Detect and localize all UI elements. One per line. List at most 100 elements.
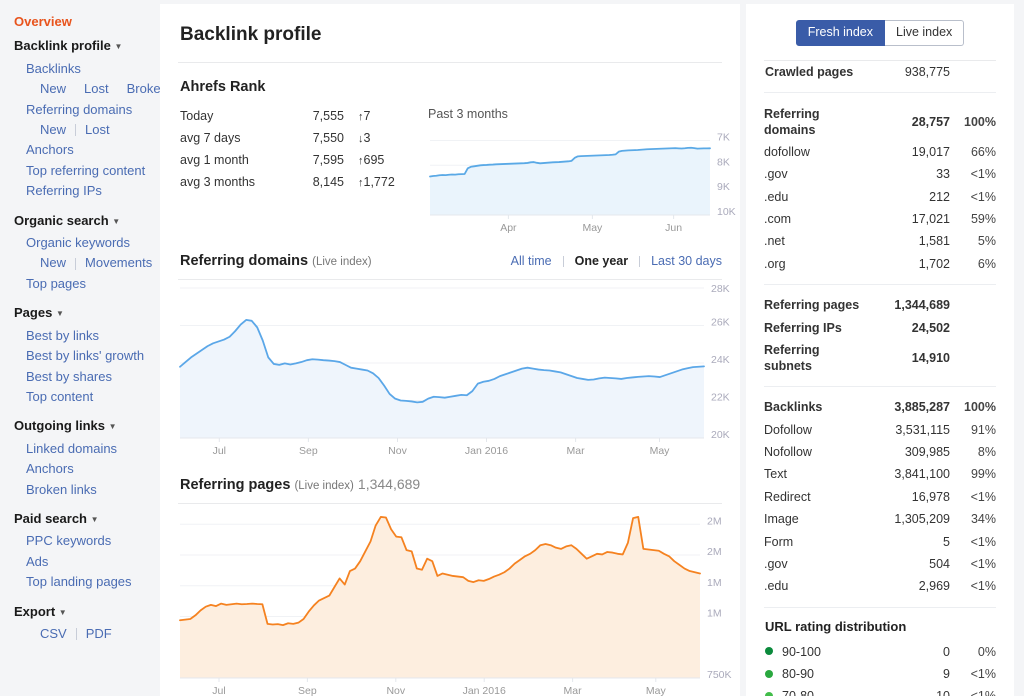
url-rating-table: 90-10000%80-909<1%70-8010<1%60-7000%50-6… <box>764 641 996 696</box>
sidebar-item-label[interactable]: Ads <box>14 552 48 572</box>
sidebar-group-export[interactable]: Export ▼ <box>14 602 160 624</box>
sidebar-item-referring-domains[interactable]: Referring domains <box>14 100 160 120</box>
chevron-down-icon[interactable]: ▼ <box>112 217 120 226</box>
sidebar-separator <box>75 628 77 641</box>
referring-domains-value-dofollow[interactable]: 19,017 <box>864 141 950 163</box>
sidebar-subitem-csv[interactable]: CSV <box>40 624 67 644</box>
sidebar-subitem-pdf[interactable]: PDF <box>86 624 112 644</box>
referring-domains-pct-gov: <1% <box>970 167 996 182</box>
sidebar-item-top-content[interactable]: Top content <box>14 387 160 407</box>
sidebar-subitem-new[interactable]: New <box>40 120 66 140</box>
sidebar-subitem-lost[interactable]: Lost <box>84 79 109 99</box>
sidebar-item-top-referring-content[interactable]: Top referring content <box>14 161 160 181</box>
backlinks-row: Redirect 16,978 <1% <box>764 486 996 508</box>
sidebar-item-label[interactable]: Broken links <box>14 480 97 500</box>
backlinks-row: .gov 504 <1% <box>764 553 996 575</box>
backlinks-value-edu[interactable]: 2,969 <box>864 575 950 597</box>
sidebar-item-ads[interactable]: Ads <box>14 552 160 572</box>
sidebar-group-backlink-profile[interactable]: Backlink profile ▼ <box>14 36 160 58</box>
chevron-down-icon[interactable]: ▼ <box>114 42 122 51</box>
sidebar-item-overview[interactable]: Overview <box>14 12 160 32</box>
sidebar-item-linked-domains[interactable]: Linked domains <box>14 439 160 459</box>
sidebar-item-backlinks[interactable]: Backlinks <box>14 59 160 79</box>
sidebar-item-best-by-links-growth[interactable]: Best by links' growth <box>14 346 160 366</box>
referring-domains-value-edu[interactable]: 212 <box>864 186 950 208</box>
backlinks-value-backlinks[interactable]: 3,885,287 <box>864 396 950 418</box>
referring-domains-pct-com: 59% <box>970 212 996 227</box>
referring-domains-header: Referring domains (Live index) All time O… <box>178 237 722 279</box>
backlinks-value-image: 1,305,209 <box>894 512 950 527</box>
sidebar-item-label[interactable]: PPC keywords <box>14 531 111 551</box>
referring-domains-value-org[interactable]: 1,702 <box>864 253 950 275</box>
sidebar-item-label[interactable]: Referring IPs <box>14 181 102 201</box>
sidebar-item-ppc-keywords[interactable]: PPC keywords <box>14 531 160 551</box>
sidebar-item-broken-links[interactable]: Broken links <box>14 480 160 500</box>
sidebar-item-anchors[interactable]: Anchors <box>14 140 160 160</box>
backlinks-value-dofollow[interactable]: 3,531,115 <box>864 419 950 441</box>
x-tick: Mar <box>567 445 586 457</box>
referring-pages-value-referring-subnets[interactable]: 14,910 <box>864 339 950 377</box>
sidebar-item-label[interactable]: Best by links' growth <box>14 346 144 366</box>
sidebar-item-label[interactable]: Best by links <box>14 326 99 346</box>
referring-domains-value-net[interactable]: 1,581 <box>864 230 950 252</box>
range-filter-all-time[interactable]: All time <box>511 254 552 268</box>
chevron-down-icon[interactable]: ▼ <box>59 608 67 617</box>
sidebar-item-top-landing-pages[interactable]: Top landing pages <box>14 572 160 592</box>
ahrefs-rank-sparkline[interactable]: 7K 8K 9K 10K Apr May Jun <box>428 129 740 237</box>
rank-row-delta: ↓3 <box>358 130 371 145</box>
sidebar-item-referring-ips[interactable]: Referring IPs <box>14 181 160 201</box>
referring-domains-value-com[interactable]: 17,021 <box>864 208 950 230</box>
sidebar-item-best-by-shares[interactable]: Best by shares <box>14 367 160 387</box>
sidebar-item-label[interactable]: Top landing pages <box>14 572 132 592</box>
sidebar-item-best-by-links[interactable]: Best by links <box>14 326 160 346</box>
referring-domains-pct-org: 6% <box>977 256 996 271</box>
sidebar-subitem-new[interactable]: New <box>40 79 66 99</box>
sidebar-subitem-lost[interactable]: Lost <box>85 120 110 140</box>
sidebar-group-organic-search[interactable]: Organic search ▼ <box>14 211 160 233</box>
backlinks-row: .edu 2,969 <1% <box>764 575 996 597</box>
backlinks-row: Text 3,841,100 99% <box>764 463 996 485</box>
backlinks-value-gov[interactable]: 504 <box>864 553 950 575</box>
chevron-down-icon[interactable]: ▼ <box>91 515 99 524</box>
sidebar-item-label[interactable]: Linked domains <box>14 439 117 459</box>
chevron-down-icon[interactable]: ▼ <box>109 422 117 431</box>
range-filter-last-30-days[interactable]: Last 30 days <box>651 254 722 268</box>
backlinks-pct-image: 34% <box>970 512 996 527</box>
index-tab-live-index[interactable]: Live index <box>885 20 965 46</box>
sidebar-item-label[interactable]: Top content <box>14 387 93 407</box>
sidebar-item-anchors[interactable]: Anchors <box>14 459 160 479</box>
backlinks-value-redirect[interactable]: 16,978 <box>864 486 950 508</box>
referring-pages-value-referring-ips[interactable]: 24,502 <box>864 316 950 338</box>
sidebar-item-top-pages[interactable]: Top pages <box>14 274 160 294</box>
sidebar-item-label[interactable]: Anchors <box>14 140 74 160</box>
y-tick: 10K <box>717 206 736 218</box>
referring-domains-value-referring-domains[interactable]: 28,757 <box>864 102 950 140</box>
sidebar-group-outgoing-links[interactable]: Outgoing links ▼ <box>14 416 160 438</box>
sidebar-item-organic-keywords[interactable]: Organic keywords <box>14 233 160 253</box>
referring-domains-value-gov[interactable]: 33 <box>864 163 950 185</box>
sidebar-item-label[interactable]: Organic keywords <box>14 233 130 253</box>
chevron-down-icon[interactable]: ▼ <box>56 309 64 318</box>
range-filter-one-year[interactable]: One year <box>575 254 629 268</box>
referring-domains-chart[interactable]: 28K 26K 24K 22K 20K Jul Sep Nov Jan 2016 Mar May <box>178 280 730 460</box>
url-rating-pct-70-80: <1% <box>950 685 996 696</box>
ahrefs-rank-stats: Today 7,555 ↑7 avg 7 days 7,550 ↓3 avg 1 month… <box>178 105 428 237</box>
sidebar-item-label[interactable]: Top referring content <box>14 161 145 181</box>
sidebar-item-label[interactable]: Anchors <box>14 459 74 479</box>
backlinks-pct-backlinks: 100% <box>964 400 996 415</box>
index-tab-fresh-index[interactable]: Fresh index <box>795 20 885 46</box>
sidebar-item-label[interactable]: Backlinks <box>14 59 81 79</box>
sidebar-item-label[interactable]: Referring domains <box>14 100 132 120</box>
referring-pages-chart[interactable]: 2M 2M 1M 1M 750K Jul Sep Nov Jan 2016 Mar May <box>178 504 732 696</box>
sidebar-sublinks: New Movements <box>14 253 160 273</box>
sidebar-subitem-movements[interactable]: Movements <box>85 253 152 273</box>
sidebar-group-pages[interactable]: Pages ▼ <box>14 303 160 325</box>
backlinks-value-nofollow[interactable]: 309,985 <box>864 441 950 463</box>
referring-domains-row: .gov 33 <1% <box>764 163 996 185</box>
sidebar-group-paid-search[interactable]: Paid search ▼ <box>14 509 160 531</box>
sidebar-item-label[interactable]: Top pages <box>14 274 86 294</box>
referring-domains-row: .com 17,021 59% <box>764 208 996 230</box>
sidebar-subitem-new[interactable]: New <box>40 253 66 273</box>
referring-domains-note: (Live index) <box>312 256 372 268</box>
sidebar-item-label[interactable]: Best by shares <box>14 367 112 387</box>
